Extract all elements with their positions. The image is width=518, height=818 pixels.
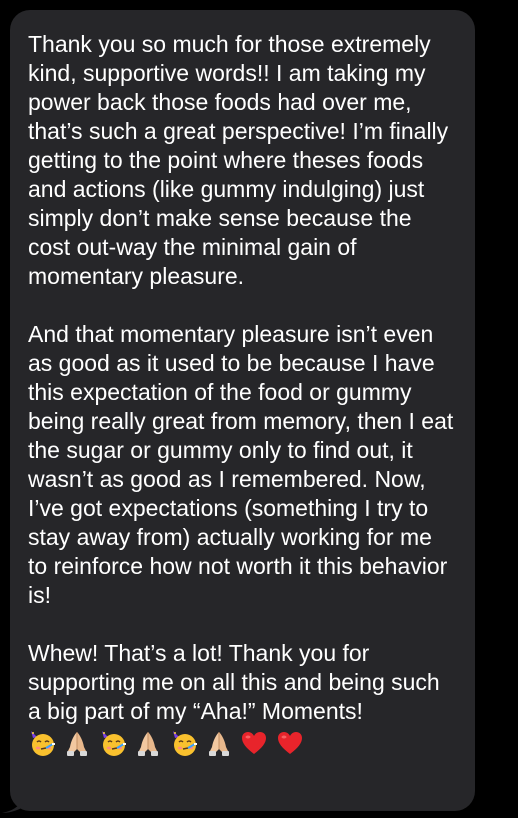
folded-hands-emoji — [134, 729, 162, 757]
partying-face-emoji — [99, 729, 127, 757]
message-paragraph-1: Thank you so much for those extremely ki… — [28, 31, 449, 289]
partying-face-emoji — [170, 729, 198, 757]
message-paragraph-2: And that momentary pleasure isn’t even a… — [28, 321, 454, 608]
partying-face-emoji — [28, 729, 56, 757]
received-message-bubble[interactable]: Thank you so much for those extremely ki… — [10, 10, 475, 811]
red-heart-emoji — [276, 729, 304, 757]
folded-hands-emoji — [63, 729, 91, 757]
folded-hands-emoji — [205, 729, 233, 757]
red-heart-emoji — [240, 729, 268, 757]
message-paragraph-3: Whew! That’s a lot! Thank you for suppor… — [28, 640, 440, 724]
conversation-view: Thank you so much for those extremely ki… — [0, 0, 518, 818]
emoji-row — [28, 726, 457, 756]
